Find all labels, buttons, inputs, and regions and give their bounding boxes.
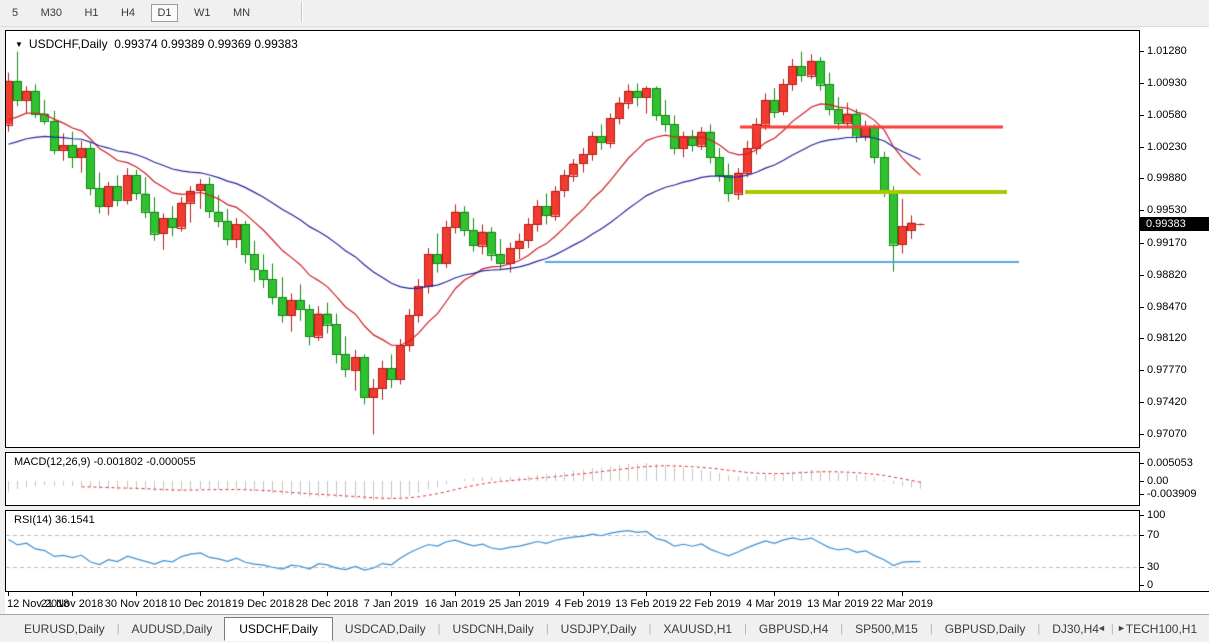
chart-ohlc-values: 0.99374 0.99389 0.99369 0.99383 [114, 37, 298, 51]
date-label: 4 Feb 2019 [555, 598, 611, 610]
tab-gbpusd-daily[interactable]: GBPUSD,Daily [933, 618, 1038, 640]
timeframe-button-m5[interactable]: 5 [6, 4, 24, 22]
price-axis-label: 0.98120 [1140, 332, 1209, 345]
tab-tech100-h1[interactable]: TECH100,H1 [1114, 618, 1209, 640]
price-axis-label: 0.99880 [1140, 172, 1209, 185]
date-label: 19 Dec 2018 [231, 598, 295, 610]
chart-dropdown-icon[interactable]: ▼ [15, 40, 23, 49]
tab-audusd-daily[interactable]: AUDUSD,Daily [120, 618, 225, 640]
timeframe-button-h1[interactable]: H1 [78, 4, 104, 22]
price-axis-label: 1.00580 [1140, 109, 1209, 122]
current-price-label: 0.99383 [1140, 217, 1209, 232]
date-label: 13 Mar 2019 [807, 598, 869, 610]
date-label: 16 Jan 2019 [424, 598, 486, 610]
tab-sp500-m15[interactable]: SP500,M15 [843, 618, 930, 640]
tabs-list: EURUSD,Daily | AUDUSD,Daily USDCHF,Daily USD… [12, 615, 1209, 642]
tab-usdcnh-daily[interactable]: USDCNH,Daily [440, 618, 545, 640]
date-tick [200, 592, 201, 596]
main-price-pane: ▼ USDCHF,Daily 0.99374 0.99389 0.99369 0.… [5, 30, 1140, 448]
date-tick [710, 592, 711, 596]
price-axis-label: 1.00230 [1140, 141, 1209, 154]
price-axis-label: 1.01280 [1140, 45, 1209, 58]
toolbar-separator [300, 1, 303, 22]
rsi-pane: RSI(14) 36.1541 [5, 510, 1140, 591]
macd-axis-label: 0.005053 [1140, 457, 1209, 470]
tabs-bar: EURUSD,Daily | AUDUSD,Daily USDCHF,Daily USD… [0, 614, 1209, 642]
date-label: 22 Mar 2019 [871, 598, 933, 610]
date-tick [902, 592, 903, 596]
rsi-axis-label: 100 [1140, 509, 1209, 522]
date-tick [8, 592, 9, 596]
timeframe-button-m30[interactable]: M30 [35, 4, 68, 22]
date-tick [136, 592, 137, 596]
price-chart-canvas[interactable] [6, 31, 1139, 447]
date-label: 7 Jan 2019 [363, 598, 419, 610]
price-axis-label: 0.97770 [1140, 364, 1209, 377]
timeframe-button-d1[interactable]: D1 [151, 4, 178, 22]
date-label: 13 Feb 2019 [615, 598, 677, 610]
date-tick [327, 592, 328, 596]
macd-axis-label: -0.003909 [1140, 488, 1209, 501]
tab-usdjpy-daily[interactable]: USDJPY,Daily [549, 618, 649, 640]
date-tick [391, 592, 392, 596]
date-label: 4 Mar 2019 [746, 598, 802, 610]
macd-label: MACD(12,26,9) -0.001802 -0.000055 [14, 456, 196, 468]
date-tick [455, 592, 456, 596]
date-label: 10 Dec 2018 [168, 598, 232, 610]
date-label: 25 Jan 2019 [488, 598, 550, 610]
date-tick [263, 592, 264, 596]
timeframe-toolbar: 5 M30 H1 H4 D1 W1 MN [0, 0, 1209, 27]
chart-symbol-label: USDCHF,Daily [28, 37, 108, 51]
date-tick [519, 592, 520, 596]
price-axis-label: 0.99170 [1140, 237, 1209, 250]
rsi-label: RSI(14) 36.1541 [14, 514, 95, 526]
date-label: 22 Feb 2019 [679, 598, 741, 610]
date-label: 28 Dec 2018 [295, 598, 359, 610]
rsi-value: 36.1541 [54, 514, 95, 526]
rsi-canvas[interactable] [6, 511, 1139, 591]
price-axis-label: 0.97420 [1140, 396, 1209, 409]
timeframe-button-w1[interactable]: W1 [188, 4, 217, 22]
price-axis-label: 1.00930 [1140, 77, 1209, 90]
date-label: 21 Nov 2018 [40, 598, 104, 610]
tabs-scroll-left-icon[interactable]: ◄ [1097, 623, 1106, 633]
tab-gbpusd-h4[interactable]: GBPUSD,H4 [747, 618, 840, 640]
tabs-scroll-right-icon[interactable]: ► [1117, 623, 1126, 633]
price-axis[interactable]: 1.01280 1.00930 1.00580 1.00230 0.99880 0.995… [1140, 27, 1209, 614]
macd-axis-label: 0.00 [1140, 475, 1209, 488]
rsi-axis-label: 70 [1140, 529, 1209, 542]
price-axis-label: 0.97070 [1140, 428, 1209, 441]
chart-title: ▼ USDCHF,Daily 0.99374 0.99389 0.99369 0.… [15, 37, 298, 51]
tab-eurusd-daily[interactable]: EURUSD,Daily [12, 618, 117, 640]
date-tick [774, 592, 775, 596]
tab-usdcad-daily[interactable]: USDCAD,Daily [333, 618, 438, 640]
date-label: 30 Nov 2018 [104, 598, 168, 610]
price-axis-label: 0.98470 [1140, 301, 1209, 314]
macd-values: -0.001802 -0.000055 [93, 456, 196, 468]
macd-pane: MACD(12,26,9) -0.001802 -0.000055 [5, 452, 1140, 506]
time-axis[interactable]: 12 Nov 2018 21 Nov 2018 30 Nov 2018 10 Dec … [5, 591, 1209, 614]
price-axis-label: 0.99530 [1140, 204, 1209, 217]
tab-usdchf-daily[interactable]: USDCHF,Daily [224, 616, 333, 641]
date-tick [646, 592, 647, 596]
rsi-axis-label: 30 [1140, 561, 1209, 574]
rsi-axis-label: 0 [1140, 579, 1209, 592]
timeframe-button-h4[interactable]: H4 [115, 4, 141, 22]
date-tick [838, 592, 839, 596]
tab-xauusd-h1[interactable]: XAUUSD,H1 [651, 618, 744, 640]
timeframe-button-mn[interactable]: MN [227, 4, 256, 22]
date-tick [583, 592, 584, 596]
date-tick [72, 592, 73, 596]
price-axis-label: 0.98820 [1140, 269, 1209, 282]
